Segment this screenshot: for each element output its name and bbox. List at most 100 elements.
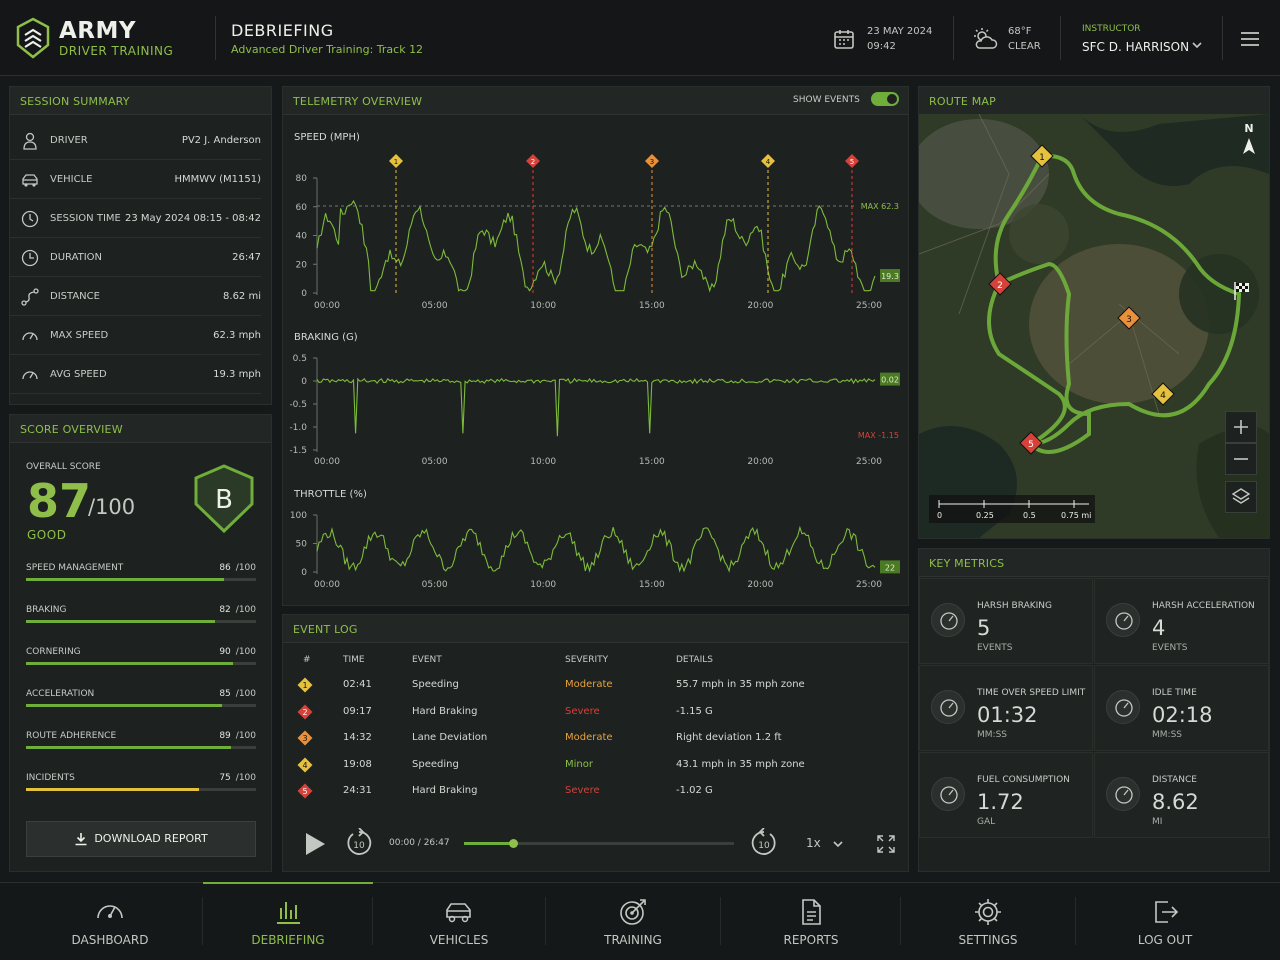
timer-icon	[21, 249, 39, 267]
event-marker[interactable]: 1	[389, 154, 403, 293]
panel-title: ROUTE MAP	[919, 87, 1269, 115]
route-map[interactable]: N 1 2 3 4 5 0 0.25 0.5 0.75 mi	[919, 114, 1269, 538]
overall-score-denominator: /100	[88, 495, 136, 519]
playback-scrubber[interactable]	[464, 839, 734, 848]
session-row-value: 23 May 2024 08:15 - 08:42	[125, 213, 261, 224]
acceleration-icon	[1106, 603, 1140, 637]
route-icon	[1106, 777, 1140, 811]
forward-10-icon[interactable]: 10	[749, 828, 779, 858]
y-tick-label: 0	[301, 377, 307, 387]
header-divider	[953, 16, 954, 60]
score-item-label: BRAKING	[26, 605, 67, 615]
score-item-value: 89/100	[219, 731, 256, 741]
header-date: 23 MAY 2024	[867, 26, 933, 37]
playback-speed-select[interactable]: 1x	[806, 836, 821, 850]
chart-2: 100 50 0 00:00 05:00 10:00 15:00 20:00 25:0022	[290, 511, 900, 590]
chevron-down-icon[interactable]	[831, 837, 845, 851]
svg-text:1: 1	[394, 158, 398, 166]
event-type: Lane Deviation	[412, 732, 488, 743]
zoom-in-button[interactable]	[1225, 411, 1257, 443]
nav-label: DASHBOARD	[71, 933, 149, 947]
plus-icon	[1234, 420, 1248, 434]
panel-title: SESSION SUMMARY	[10, 87, 271, 115]
nav-training[interactable]: TRAINING	[545, 882, 721, 960]
y-tick-label: -0.5	[289, 400, 307, 410]
gauge-icon	[22, 371, 38, 380]
session-row: AVG SPEED 19.3 mph	[10, 355, 261, 394]
score-item-max: /100	[235, 773, 256, 783]
zoom-out-button[interactable]	[1225, 443, 1257, 475]
panel-title: SCORE OVERVIEW	[10, 415, 271, 443]
nav-label: LOG OUT	[1137, 933, 1193, 947]
x-tick-label: 00:00	[314, 301, 340, 311]
page-title: DEBRIEFING	[231, 21, 334, 40]
session-row: VEHICLE HMMWV (M1151)	[10, 160, 261, 199]
table-row[interactable]: 1 02:41 Speeding Moderate 55.7 mph in 35 mph…	[292, 672, 892, 698]
logout-icon	[1155, 901, 1179, 923]
nav-divider	[720, 897, 721, 945]
chevron-down-icon[interactable]	[1190, 38, 1204, 52]
svg-text:5: 5	[850, 158, 854, 166]
nav-dashboard[interactable]: DASHBOARD	[20, 882, 200, 960]
svg-text:3: 3	[302, 734, 307, 743]
nav-log-out[interactable]: LOG OUT	[1075, 882, 1255, 960]
svg-text:3: 3	[1126, 315, 1132, 325]
minus-icon	[1234, 458, 1248, 460]
x-tick-label: 15:00	[639, 457, 665, 467]
vehicle-icon	[446, 903, 471, 923]
table-row[interactable]: 4 19:08 Speeding Minor 43.1 mph in 35 mph zo…	[292, 752, 892, 778]
score-bar-fill	[26, 578, 224, 581]
svg-text:10: 10	[353, 841, 365, 851]
metric-unit: EVENTS	[977, 643, 1013, 653]
nav-divider	[1075, 897, 1076, 945]
nav-divider	[202, 897, 203, 945]
event-marker[interactable]: 3	[645, 154, 659, 293]
event-marker-icon: 5	[297, 783, 313, 799]
header-time: 09:42	[867, 41, 896, 52]
series-line	[316, 525, 876, 573]
nav-vehicles[interactable]: VEHICLES	[373, 882, 545, 960]
nav-settings[interactable]: SETTINGS	[901, 882, 1075, 960]
army-shield-logo-icon	[16, 17, 50, 59]
download-report-button[interactable]: DOWNLOAD REPORT	[26, 821, 256, 857]
metric-card: FUEL CONSUMPTION 1.72 GAL	[919, 752, 1093, 838]
document-icon	[802, 899, 821, 925]
session-row-label: MAX SPEED	[50, 330, 109, 341]
table-row[interactable]: 3 14:32 Lane Deviation Moderate Right deviat…	[292, 725, 892, 751]
x-tick-label: 20:00	[747, 301, 773, 311]
y-tick-label: 40	[296, 232, 308, 242]
map-layers-button[interactable]	[1225, 481, 1257, 513]
x-tick-label: 25:00	[856, 457, 882, 467]
score-bar-track	[26, 578, 256, 581]
session-row-value: PV2 J. Anderson	[181, 135, 261, 146]
metric-card: DISTANCE 8.62 MI	[1094, 752, 1269, 838]
speedometer-icon	[931, 603, 965, 637]
map-scale: 0 0.25 0.5 0.75 mi	[929, 495, 1095, 523]
nav-debriefing[interactable]: DEBRIEFING	[203, 882, 373, 960]
play-icon[interactable]	[303, 832, 327, 856]
table-row[interactable]: 2 09:17 Hard Braking Severe -1.15 G	[292, 699, 892, 725]
table-row[interactable]: 5 24:31 Hard Braking Severe -1.02 G	[292, 778, 892, 804]
fullscreen-icon[interactable]	[877, 835, 895, 853]
y-tick-label: 20	[296, 260, 308, 270]
menu-icon[interactable]	[1238, 27, 1262, 51]
col-header-number: #	[303, 655, 311, 665]
metric-label: DISTANCE	[1152, 775, 1197, 785]
rewind-10-icon[interactable]: 10	[344, 828, 374, 858]
x-tick-label: 15:00	[639, 301, 665, 311]
score-item-value: 86/100	[219, 563, 256, 573]
brand-subtitle: DRIVER TRAINING	[59, 44, 174, 58]
metric-value: 02:18	[1152, 703, 1213, 727]
y-tick-label: 80	[296, 174, 308, 184]
chart-0: 80 60 40 20 0 00:00 05:00 10:00 15:00 20:00 25:00 1…	[296, 174, 900, 311]
x-tick-label: 00:00	[314, 457, 340, 467]
playback-time: 00:00 / 26:47	[389, 838, 450, 848]
event-details: 55.7 mph in 35 mph zone	[676, 679, 805, 690]
score-item-value: 90/100	[219, 647, 256, 657]
instructor-dropdown[interactable]: SFC D. HARRISON	[1082, 40, 1189, 54]
playback-handle[interactable]	[508, 839, 518, 848]
event-marker[interactable]: 4	[761, 154, 775, 293]
session-row-label: DRIVER	[50, 135, 88, 146]
svg-text:10: 10	[758, 841, 770, 851]
nav-reports[interactable]: REPORTS	[721, 882, 901, 960]
